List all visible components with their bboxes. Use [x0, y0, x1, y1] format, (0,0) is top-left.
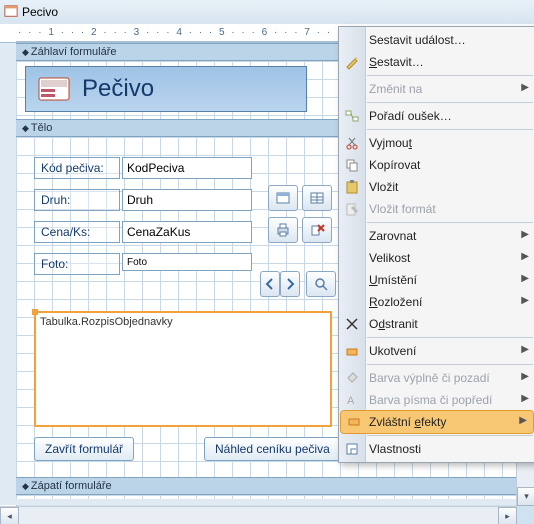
menu-separator	[367, 129, 533, 130]
selection-handle[interactable]	[32, 309, 38, 315]
menu-build-event[interactable]: Sestavit událost…	[339, 29, 534, 51]
copy-icon	[343, 156, 361, 174]
section-footer-bar[interactable]: ◆Zápatí formuláře	[16, 477, 534, 495]
button-nav-next[interactable]	[280, 271, 300, 297]
horizontal-scrollbar[interactable]: ◂ ▸	[0, 506, 517, 524]
menu-copy[interactable]: Kopírovat	[339, 154, 534, 176]
close-form-button[interactable]: Zavřít formulář	[34, 437, 134, 461]
menu-separator	[367, 364, 533, 365]
button-form-view[interactable]	[268, 185, 298, 211]
submenu-arrow-icon: ▶	[519, 415, 527, 426]
menu-change-to: Změnit na▶	[339, 78, 534, 100]
tab-order-icon	[343, 107, 361, 125]
bucket-icon	[343, 369, 361, 387]
collapse-icon: ◆	[22, 47, 29, 58]
paste-format-icon	[343, 200, 361, 218]
properties-icon	[343, 440, 361, 458]
menu-paste-format: Vložit formát	[339, 198, 534, 220]
effects-icon	[345, 413, 363, 431]
menu-properties[interactable]: Vlastnosti	[339, 438, 534, 460]
section-header-label: Záhlaví formuláře	[31, 46, 117, 58]
form-title-block[interactable]: Pečivo	[26, 67, 306, 111]
submenu-arrow-icon: ▶	[521, 295, 529, 306]
button-nav-prev[interactable]	[260, 271, 280, 297]
menu-delete[interactable]: Odstranit	[339, 313, 534, 335]
scroll-down-button[interactable]: ▾	[517, 487, 534, 506]
submenu-arrow-icon: ▶	[521, 82, 529, 93]
label-foto[interactable]: Foto:	[34, 253, 120, 275]
menu-position[interactable]: Umístění▶	[339, 269, 534, 291]
button-find[interactable]	[306, 271, 336, 297]
scroll-right-button[interactable]: ▸	[498, 507, 517, 524]
button-datasheet-view[interactable]	[302, 185, 332, 211]
menu-build[interactable]: SSestavit…estavit…	[339, 51, 534, 73]
form-title: Pečivo	[82, 75, 154, 103]
field-druh[interactable]: Druh	[122, 189, 252, 211]
subform-caption: Tabulka.RozpisObjednavky	[36, 313, 330, 331]
menu-align[interactable]: Zarovnat▶	[339, 225, 534, 247]
anchor-icon	[343, 342, 361, 360]
menu-anchor[interactable]: Ukotvení▶	[339, 340, 534, 362]
field-foto[interactable]: Foto	[122, 253, 252, 271]
menu-cut[interactable]: Vyjmout	[339, 132, 534, 154]
menu-separator	[367, 222, 533, 223]
subform-container[interactable]: Tabulka.RozpisObjednavky	[34, 311, 332, 427]
menu-layout[interactable]: Rozložení▶	[339, 291, 534, 313]
collapse-icon: ◆	[22, 123, 29, 134]
collapse-icon: ◆	[22, 481, 29, 492]
scissors-icon	[343, 134, 361, 152]
label-cena[interactable]: Cena/Ks:	[34, 221, 120, 243]
submenu-arrow-icon: ▶	[521, 371, 529, 382]
label-druh[interactable]: Druh:	[34, 189, 120, 211]
wand-icon	[343, 53, 361, 71]
font-color-icon: A	[343, 391, 361, 409]
menu-separator	[367, 75, 533, 76]
svg-text:A: A	[347, 395, 355, 407]
section-body-label: Tělo	[31, 122, 52, 134]
footer-section[interactable]	[16, 495, 534, 499]
tab-title: Pecivo	[22, 5, 58, 19]
submenu-arrow-icon: ▶	[521, 229, 529, 240]
label-kod[interactable]: Kód pečiva:	[34, 157, 120, 179]
menu-tab-order[interactable]: Pořadí oušek…	[339, 105, 534, 127]
menu-size[interactable]: Velikost▶	[339, 247, 534, 269]
button-delete-record[interactable]	[302, 217, 332, 243]
tab-header: Pecivo	[0, 0, 534, 24]
delete-icon	[343, 315, 361, 333]
button-print[interactable]	[268, 217, 298, 243]
menu-separator	[367, 337, 533, 338]
field-cena[interactable]: CenaZaKus	[122, 221, 252, 243]
submenu-arrow-icon: ▶	[521, 251, 529, 262]
menu-fill-color: Barva výplně či pozadí▶	[339, 367, 534, 389]
submenu-arrow-icon: ▶	[521, 393, 529, 404]
form-design-window: Pecivo · · · 1 · · · 2 · · · 3 · · · 4 ·…	[0, 0, 534, 524]
scroll-left-button[interactable]: ◂	[0, 507, 19, 524]
menu-separator	[367, 102, 533, 103]
menu-separator	[367, 435, 533, 436]
menu-special-effects[interactable]: Zvláštní efekty▶	[341, 411, 533, 433]
form-logo-icon	[26, 67, 82, 111]
context-menu: Sestavit událost… SSestavit…estavit… Změ…	[338, 26, 534, 463]
preview-button[interactable]: Náhled ceníku pečiva	[204, 437, 341, 461]
submenu-arrow-icon: ▶	[521, 273, 529, 284]
section-footer-label: Zápatí formuláře	[31, 480, 112, 492]
field-kod[interactable]: KodPeciva	[122, 157, 252, 179]
menu-font-color: ABarva písma či popředí▶	[339, 389, 534, 411]
paste-icon	[343, 178, 361, 196]
form-icon	[4, 4, 18, 21]
menu-paste[interactable]: Vložit	[339, 176, 534, 198]
submenu-arrow-icon: ▶	[521, 344, 529, 355]
